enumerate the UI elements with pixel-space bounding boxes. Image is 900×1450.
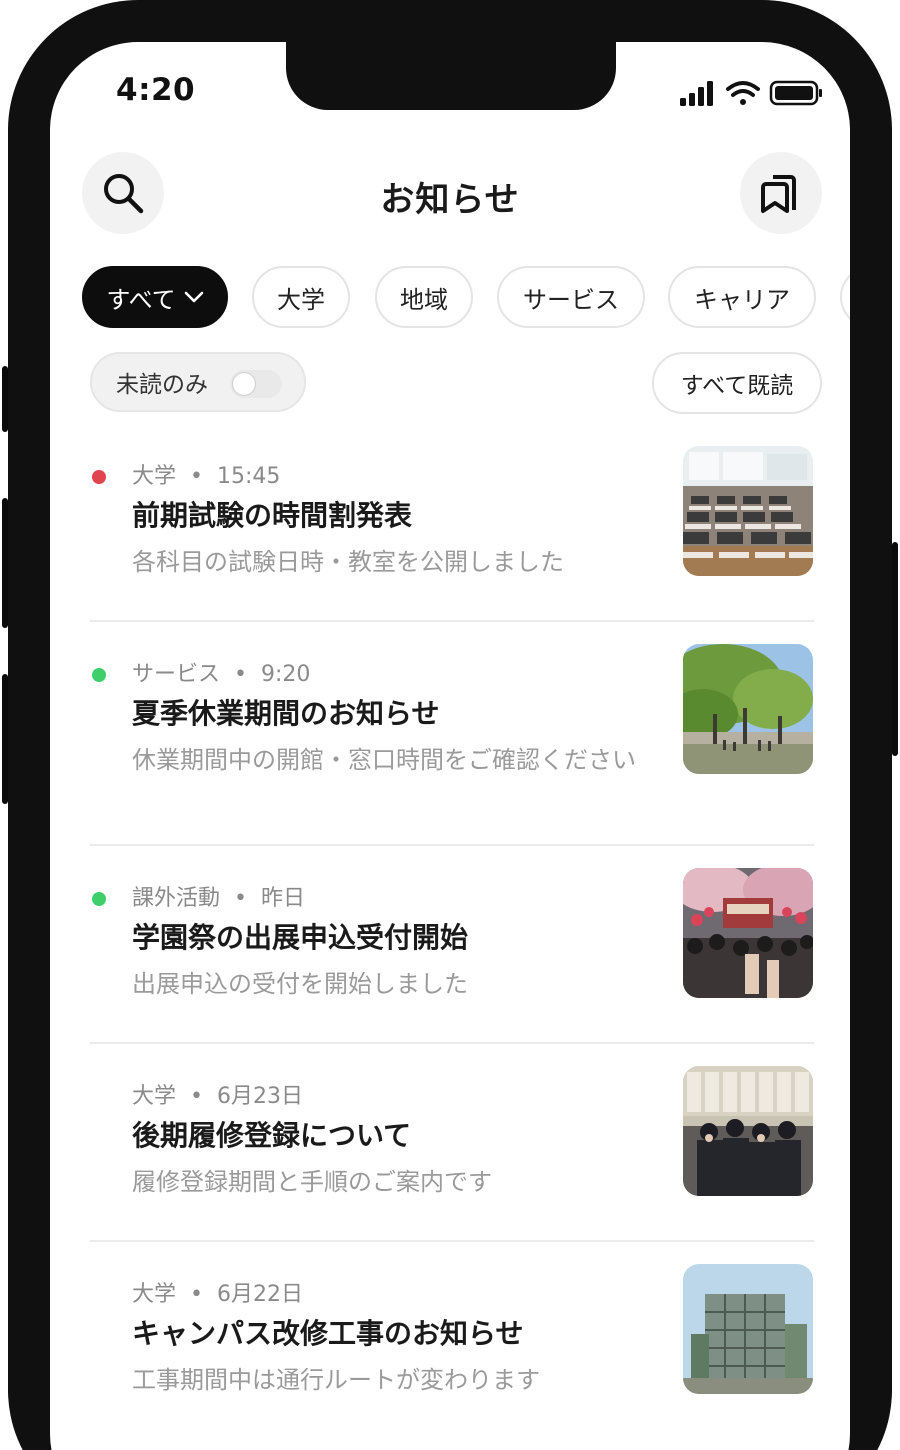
toggle-knob xyxy=(232,372,256,396)
bookmarks-icon xyxy=(761,175,796,213)
news-description: 工事期間中は通行ルートが変わります xyxy=(132,1366,540,1394)
news-category: 課外活動 xyxy=(132,886,221,911)
phone-power-button xyxy=(892,542,898,756)
news-time: 9:20 xyxy=(261,662,311,687)
divider xyxy=(90,1240,814,1242)
meta-separator: • xyxy=(190,1282,203,1307)
app-screen: 4:20 お知らせ すべて 大学 地域 サービス キャリア 未読のみ すべて既読… xyxy=(50,42,850,1450)
campus-trees-photo xyxy=(683,644,813,774)
divider xyxy=(90,1042,814,1044)
news-description: 出展申込の受付を開始しました xyxy=(132,970,468,998)
news-category: 大学 xyxy=(132,1084,177,1109)
search-button[interactable] xyxy=(82,152,164,234)
news-time: 6月22日 xyxy=(217,1282,303,1307)
news-time: 昨日 xyxy=(261,886,306,911)
meta-separator: • xyxy=(234,886,247,911)
students-board-photo xyxy=(683,1066,813,1196)
news-category: 大学 xyxy=(132,1282,177,1307)
building-construction-photo xyxy=(683,1264,813,1394)
unread-only-label: 未読のみ xyxy=(116,372,208,398)
news-category: サービス xyxy=(132,662,221,687)
unread-only-filter[interactable]: 未読のみ xyxy=(90,352,306,412)
news-title: キャンパス改修工事のお知らせ xyxy=(132,1317,524,1350)
signal-icon xyxy=(680,81,713,106)
news-meta: 大学 • 6月22日 xyxy=(132,1276,303,1308)
search-icon xyxy=(104,174,144,214)
news-title: 学園祭の出展申込受付開始 xyxy=(132,921,469,954)
meta-separator: • xyxy=(190,464,203,489)
chip-university[interactable]: 大学 xyxy=(252,266,350,328)
page-title: お知らせ xyxy=(380,180,520,220)
phone-side-button xyxy=(2,366,8,432)
chip-label: 地域 xyxy=(400,285,448,314)
meta-separator: • xyxy=(234,662,247,687)
news-meta: 課外活動 • 昨日 xyxy=(132,880,305,912)
chip-partial[interactable] xyxy=(840,266,850,328)
status-icons xyxy=(680,80,822,106)
meta-separator: • xyxy=(190,1084,203,1109)
divider xyxy=(90,844,814,846)
category-chips: すべて 大学 地域 サービス キャリア xyxy=(82,266,850,330)
phone-notch xyxy=(286,42,616,110)
unread-only-toggle[interactable] xyxy=(230,370,282,398)
phone-volume-down-button xyxy=(2,674,8,804)
chip-label: 大学 xyxy=(277,285,325,314)
chip-label: すべて xyxy=(106,285,176,314)
unread-dot xyxy=(92,470,106,484)
status-time: 4:20 xyxy=(116,72,196,108)
news-meta: サービス • 9:20 xyxy=(132,656,310,688)
mark-all-read-button[interactable]: すべて既読 xyxy=(652,352,822,414)
chip-label: サービス xyxy=(523,285,619,314)
news-time: 15:45 xyxy=(217,464,281,489)
news-description: 履修登録期間と手順のご案内です xyxy=(132,1168,492,1196)
news-category: 大学 xyxy=(132,464,177,489)
bookmarks-button[interactable] xyxy=(740,152,822,234)
chip-label: キャリア xyxy=(694,285,790,314)
unread-dot xyxy=(92,668,106,682)
news-meta: 大学 • 6月23日 xyxy=(132,1078,303,1110)
chip-region[interactable]: 地域 xyxy=(375,266,473,328)
chip-career[interactable]: キャリア xyxy=(668,266,816,328)
chip-all[interactable]: すべて xyxy=(82,266,228,328)
unread-dot xyxy=(92,892,106,906)
news-title: 前期試験の時間割発表 xyxy=(132,499,413,532)
phone-volume-up-button xyxy=(2,498,8,628)
divider xyxy=(90,620,814,622)
news-title: 夏季休業期間のお知らせ xyxy=(132,697,440,730)
news-description: 休業期間中の開館・窓口時間をご確認ください xyxy=(132,746,636,774)
chevron-down-icon xyxy=(184,290,204,304)
news-description: 各科目の試験日時・教室を公開しました xyxy=(132,548,564,576)
battery-icon xyxy=(769,80,822,106)
news-time: 6月23日 xyxy=(217,1084,303,1109)
news-title: 後期履修登録について xyxy=(132,1119,412,1152)
exam-hall-photo xyxy=(683,446,813,576)
chip-service[interactable]: サービス xyxy=(497,266,645,328)
wifi-icon xyxy=(726,81,760,105)
festival-crowd-photo xyxy=(683,868,813,998)
news-meta: 大学 • 15:45 xyxy=(132,458,280,490)
